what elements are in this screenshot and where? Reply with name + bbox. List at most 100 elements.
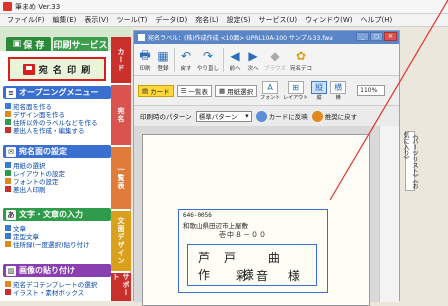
menu-settings[interactable]: 設定(S) (223, 15, 255, 25)
card-reflect-icon (255, 110, 267, 122)
opening-menu-title: オープニングメニュー (19, 88, 99, 97)
left-pane: ▣ 保 存 印刷サービス 宛 名 印 刷 ≡ オープニングメニュー 宛名面を作る… (0, 27, 131, 301)
text-input-header[interactable]: あ 文字・文章の入力 (3, 208, 111, 221)
menu-item-sender-print[interactable]: 差出人印刷 (5, 184, 46, 194)
printer-icon (22, 63, 35, 75)
menu-item-paste-address[interactable]: 住所録(一度選択)貼り付け (5, 239, 90, 249)
label-paper: 646-0056 和歌山県田辺市上屋敷 壱中８－００ 芦戸 曲作 様 彩音 様 (142, 134, 370, 306)
opening-menu-header[interactable]: ≡ オープニングメニュー (3, 86, 111, 99)
vtab-address[interactable]: 宛名 (111, 85, 131, 145)
vertical-button[interactable]: 縦縦 (311, 80, 328, 101)
reflect-card-button[interactable]: カードに反映 (255, 110, 308, 122)
menu-edit[interactable]: 編集(E) (49, 15, 81, 25)
toolbar-prev-button[interactable]: ◀ 前へ (228, 49, 242, 72)
zoom-select[interactable]: 110% (357, 85, 386, 96)
text-input-title: 文字・文章の入力 (19, 210, 83, 219)
browse-icon: ◆ (270, 49, 280, 63)
vertical-text-icon: 縦 (311, 80, 328, 94)
toolbar-separator (174, 48, 175, 72)
address-line-2[interactable]: 壱中８－００ (219, 230, 267, 240)
menu-file[interactable]: ファイル(F) (3, 15, 49, 25)
image-paste-title: 画像の貼り付け (19, 266, 75, 275)
recipient-name-2[interactable]: 彩音 様 (236, 267, 308, 284)
vertical-tabs: カード 宛名 一覧表 文面デザイン サポート (111, 27, 131, 301)
undo-icon: ↶ (180, 49, 192, 63)
address-print-button[interactable]: 宛 名 印 刷 (8, 57, 106, 81)
title-bar: 筆まめ Ver.33 (0, 0, 448, 14)
printer-icon: 🖶 (139, 47, 151, 62)
restore-icon (311, 110, 323, 122)
font-button[interactable]: A フォント (260, 80, 280, 101)
deco-icon: ✿ (296, 49, 307, 63)
toolbar-undo-button[interactable]: ↶ 戻す (179, 49, 193, 72)
document-titlebar: 宛名ラベル：(株)作成作成 <10面> UPRL10A-100 サンプル33.f… (134, 31, 399, 44)
menu-address[interactable]: 宛名(L) (191, 15, 222, 25)
register-icon: ▦ (157, 49, 169, 63)
address-print-label: 宛 名 印 刷 (38, 65, 92, 76)
toolbar-print-button[interactable]: 🖶 印刷 (138, 47, 152, 73)
paper-select-button[interactable]: ▦ 用紙選択 (214, 84, 258, 97)
close-button[interactable]: ✕ (384, 32, 397, 41)
address-label[interactable]: 646-0056 和歌山県田辺市上屋敷 壱中８－００ 芦戸 曲作 様 彩音 様 (178, 209, 328, 293)
toolbar-redo-button[interactable]: ↷ やり直し (197, 49, 219, 72)
paper-icon: ▦ (218, 86, 226, 95)
text-icon: あ (6, 209, 16, 220)
card-icon: ▤ (142, 86, 149, 95)
sender-icon (5, 127, 11, 133)
document-toolbar: 🖶 印刷 ▦ 登録 ↶ 戻す ↷ やり直し ◀ 前へ ▶ 次へ ◆ ブラウズ ✿ 宛名デコ (134, 44, 399, 76)
horizontal-button[interactable]: 横横 (330, 80, 347, 101)
redo-icon: ↷ (202, 49, 214, 63)
list-icon: ☰ (180, 86, 187, 95)
layout-button[interactable]: ⊞ レイアウト (283, 80, 308, 101)
vtab-design[interactable]: 文面デザイン (111, 211, 131, 271)
document-window: 宛名ラベル：(株)作成作成 <10面> UPRL10A-100 サンプル33.f… (133, 30, 400, 306)
font-icon: A (262, 80, 279, 94)
menu-tools[interactable]: ツール(T) (113, 15, 152, 25)
prev-icon: ◀ (230, 49, 240, 63)
restore-layout-button[interactable]: 推奨に戻す (311, 110, 357, 122)
card-view-button[interactable]: ▤ カード (138, 84, 174, 97)
save-tab-label: 保 存 (23, 40, 45, 51)
maximize-button[interactable]: ▢ (370, 32, 383, 41)
address-line-1[interactable]: 和歌山県田辺市上屋敷 (183, 220, 248, 230)
vtab-list[interactable]: 一覧表 (111, 147, 131, 209)
menu-item-edit-sender[interactable]: 差出人を作成・編集する (5, 125, 85, 135)
image-paste-header[interactable]: ▨ 画像の貼り付け (3, 264, 111, 277)
menu-view[interactable]: 表示(V) (80, 15, 112, 25)
view-toolbar: ▤ カード ☰ 一覧表 ▦ 用紙選択 A フォント ⊞ レイアウト 縦縦 横横 110% (134, 76, 399, 106)
menu-service[interactable]: サービス(U) (255, 15, 302, 25)
paste-icon (5, 241, 11, 247)
app-icon (3, 2, 12, 11)
list-view-button[interactable]: ☰ 一覧表 (176, 84, 212, 97)
recipient-name-box[interactable]: 芦戸 曲作 様 彩音 様 (187, 244, 317, 286)
postal-code[interactable]: 646-0056 (183, 212, 212, 219)
vtab-card[interactable]: カード (111, 37, 131, 83)
document-icon (138, 34, 145, 41)
save-icon: ▣ (12, 39, 22, 49)
document-title: 宛名ラベル：(株)作成作成 <10面> UPRL10A-100 サンプル33.f… (148, 35, 333, 42)
save-tab[interactable]: ▣ 保 存 (6, 37, 51, 51)
illustration-icon (5, 289, 11, 295)
menu-help[interactable]: ヘルプ(H) (357, 15, 397, 25)
toolbar-browse-button[interactable]: ◆ ブラウズ (264, 49, 286, 72)
menu-data[interactable]: データ(D) (151, 15, 191, 25)
print-service-tab[interactable]: 印刷サービス (53, 37, 108, 51)
menu-window[interactable]: ウィンドウ(W) (301, 15, 356, 25)
menu-icon: ≡ (6, 87, 16, 98)
sender-print-icon (5, 186, 11, 192)
menu-item-illustration[interactable]: イラスト・素材ボックス (5, 287, 84, 297)
envelope-icon: ✉ (6, 146, 16, 157)
app-title: 筆まめ Ver.33 (15, 2, 61, 11)
toolbar-deco-button[interactable]: ✿ 宛名デコ (290, 49, 312, 72)
vertical-scrollbar[interactable] (379, 126, 399, 302)
pattern-select[interactable]: 標準パターン (195, 110, 252, 122)
toolbar-next-button[interactable]: ▶ 次へ (246, 49, 260, 72)
layout-icon: ⊞ (287, 80, 304, 94)
minimize-button[interactable]: _ (356, 32, 369, 41)
next-icon: ▶ (248, 49, 258, 63)
address-settings-header[interactable]: ✉ 宛名面の設定 (3, 145, 111, 158)
toolbar-separator (223, 48, 225, 72)
favorites-tab[interactable]: 《パーツリスト》《お気に入り》 (402, 131, 418, 191)
vtab-support[interactable]: サポート (111, 273, 131, 301)
toolbar-register-button[interactable]: ▦ 登録 (156, 49, 170, 72)
